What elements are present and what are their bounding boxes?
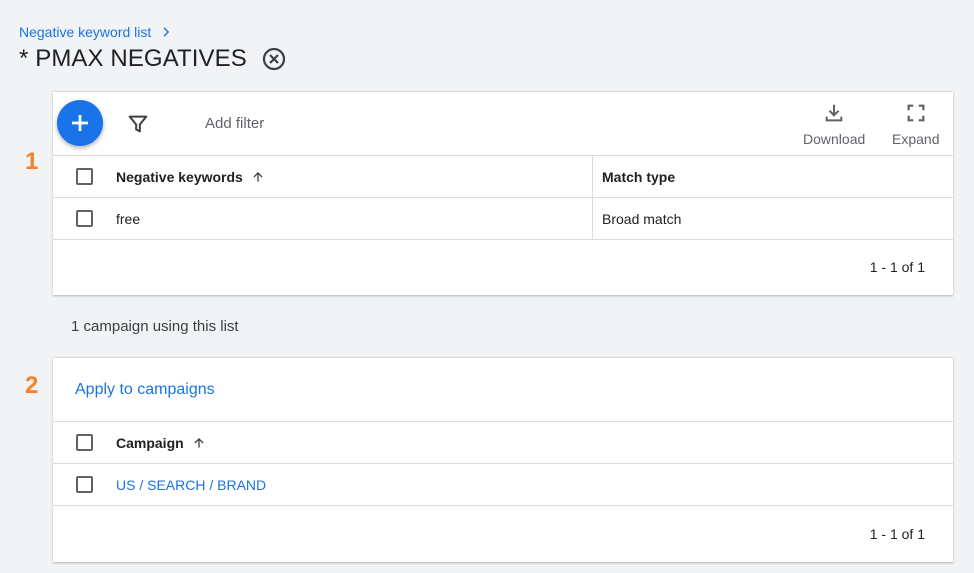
keyword-cell: free: [116, 210, 141, 227]
arrow-up-icon: [253, 171, 263, 182]
apply-bar: Apply to campaigns: [53, 358, 953, 422]
column-header-label: Negative keywords: [116, 168, 243, 185]
table-row: free Broad match: [53, 198, 953, 240]
column-header-campaign[interactable]: Campaign: [116, 435, 206, 451]
chevron-right-icon: [163, 27, 170, 37]
step-number-2: 2: [25, 372, 39, 399]
expand-label: Expand: [892, 131, 940, 147]
page-title: * PMAX NEGATIVES: [19, 45, 247, 72]
expand-button[interactable]: Expand: [892, 102, 939, 147]
breadcrumb-link[interactable]: Negative keyword list: [19, 24, 151, 40]
campaign-link[interactable]: US / SEARCH / BRAND: [116, 477, 266, 493]
pagination-label: 1 - 1 of 1: [869, 259, 925, 275]
plus-icon: [72, 115, 88, 131]
close-circle-icon[interactable]: [261, 46, 287, 72]
row-checkbox[interactable]: [76, 210, 93, 227]
download-icon: [825, 104, 843, 122]
column-header-negative-keywords[interactable]: Negative keywords: [116, 169, 265, 185]
apply-to-campaigns-button[interactable]: Apply to campaigns: [75, 381, 215, 399]
select-all-checkbox[interactable]: [76, 168, 93, 185]
expand-icon: [907, 104, 925, 122]
arrow-up-icon: [194, 437, 204, 448]
breadcrumb[interactable]: Negative keyword list: [19, 24, 173, 40]
campaigns-card: Apply to campaigns Campaign US / SEARCH …: [53, 357, 953, 562]
download-button[interactable]: Download: [803, 102, 865, 147]
match-type-cell: Broad match: [602, 210, 682, 227]
pagination-label: 1 - 1 of 1: [869, 526, 925, 542]
column-divider: [592, 156, 593, 197]
add-keyword-button[interactable]: [57, 100, 103, 146]
column-header-label: Campaign: [116, 434, 184, 451]
add-filter-button[interactable]: Add filter: [205, 115, 264, 132]
column-divider: [592, 198, 593, 239]
step-number-1: 1: [25, 148, 39, 175]
download-label: Download: [803, 131, 866, 147]
filter-icon[interactable]: [127, 113, 149, 135]
campaign-count-text: 1 campaign using this list: [71, 318, 239, 335]
table-toolbar: Add filter Download Expand: [53, 92, 953, 156]
table-header-row: Campaign: [53, 422, 953, 464]
column-header-match-type[interactable]: Match type: [602, 169, 675, 185]
table-header-row: Negative keywords Match type: [53, 156, 953, 198]
page-title-row: * PMAX NEGATIVES: [19, 45, 287, 73]
row-checkbox[interactable]: [76, 476, 93, 493]
negative-keywords-card: Add filter Download Expand Negative keyw…: [53, 91, 953, 295]
select-all-checkbox[interactable]: [76, 434, 93, 451]
table-row: US / SEARCH / BRAND: [53, 464, 953, 506]
